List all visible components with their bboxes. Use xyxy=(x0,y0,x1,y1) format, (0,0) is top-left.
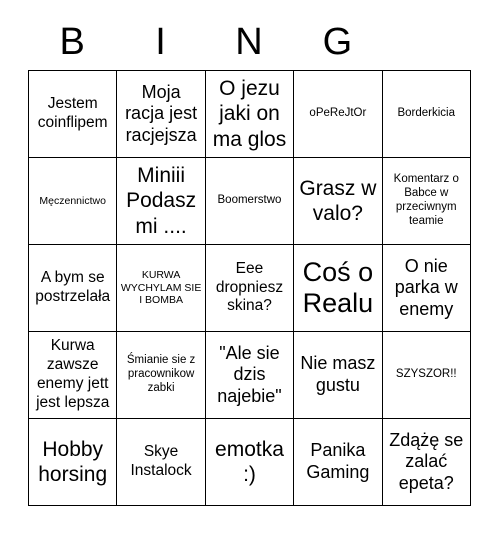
bingo-cell-r4c5[interactable]: SZYSZOR!! xyxy=(381,331,471,419)
bingo-row: Kurwa zawsze enemy jett jest lepsza Śmia… xyxy=(27,331,471,419)
bingo-cell-r2c3[interactable]: Boomerstwo xyxy=(204,157,295,245)
bingo-row: Męczennictwo Miniii Podasz mi .... Boome… xyxy=(27,157,471,245)
bingo-header-letter-g: G xyxy=(322,21,353,63)
bingo-card: B I N G Jestem coinflipem Moja racja jes… xyxy=(27,14,471,506)
bingo-grid: Jestem coinflipem Moja racja jest racjej… xyxy=(27,70,471,506)
bingo-cell-r5c3[interactable]: emotka :) xyxy=(204,418,295,506)
bingo-cell-r3c3[interactable]: Eee dropniesz skina? xyxy=(204,244,295,332)
bingo-cell-r1c1[interactable]: Jestem coinflipem xyxy=(27,70,118,158)
bingo-cell-r1c5[interactable]: Borderkicia xyxy=(381,70,471,158)
bingo-cell-r4c2[interactable]: Śmianie sie z pracownikow zabki xyxy=(116,331,206,419)
bingo-cell-r3c5[interactable]: O nie parka w enemy xyxy=(381,244,471,332)
bingo-cell-r1c2[interactable]: Moja racja jest racjejsza xyxy=(116,70,206,158)
bingo-cell-r2c1[interactable]: Męczennictwo xyxy=(27,157,118,245)
bingo-cell-r2c4[interactable]: Grasz w valo? xyxy=(293,157,383,245)
bingo-header-letter-n: N xyxy=(235,21,263,63)
bingo-header-letter-b: B xyxy=(59,21,85,63)
bingo-cell-r4c1[interactable]: Kurwa zawsze enemy jett jest lepsza xyxy=(27,331,118,419)
bingo-cell-r2c2[interactable]: Miniii Podasz mi .... xyxy=(116,157,206,245)
bingo-row: A bym se postrzelała KURWA WYCHYLAM SIE … xyxy=(27,244,471,332)
bingo-cell-r4c3[interactable]: "Ale sie dzis najebie" xyxy=(204,331,295,419)
bingo-cell-r3c1[interactable]: A bym se postrzelała xyxy=(27,244,118,332)
bingo-cell-r1c4[interactable]: oPeReJtOr xyxy=(293,70,383,158)
bingo-header-letter-o xyxy=(382,14,470,70)
bingo-cell-r5c2[interactable]: Skye Instalock xyxy=(116,418,206,506)
bingo-cell-r3c4[interactable]: Coś o Realu xyxy=(293,244,383,332)
bingo-header-letter-i: I xyxy=(155,21,166,63)
bingo-cell-r2c5[interactable]: Komentarz o Babce w przeciwnym teamie xyxy=(381,157,471,245)
bingo-header-row: B I N G xyxy=(28,14,470,70)
bingo-cell-r1c3[interactable]: O jezu jaki on ma glos xyxy=(204,70,295,158)
bingo-cell-r4c4[interactable]: Nie masz gustu xyxy=(293,331,383,419)
bingo-cell-r5c1[interactable]: Hobby horsing xyxy=(27,418,118,506)
bingo-cell-r5c5[interactable]: Zdążę se zalać epeta? xyxy=(381,418,471,506)
bingo-row: Jestem coinflipem Moja racja jest racjej… xyxy=(27,70,471,158)
bingo-cell-r3c2[interactable]: KURWA WYCHYLAM SIE I BOMBA xyxy=(116,244,206,332)
bingo-row: Hobby horsing Skye Instalock emotka :) P… xyxy=(27,418,471,506)
bingo-cell-r5c4[interactable]: Panika Gaming xyxy=(293,418,383,506)
